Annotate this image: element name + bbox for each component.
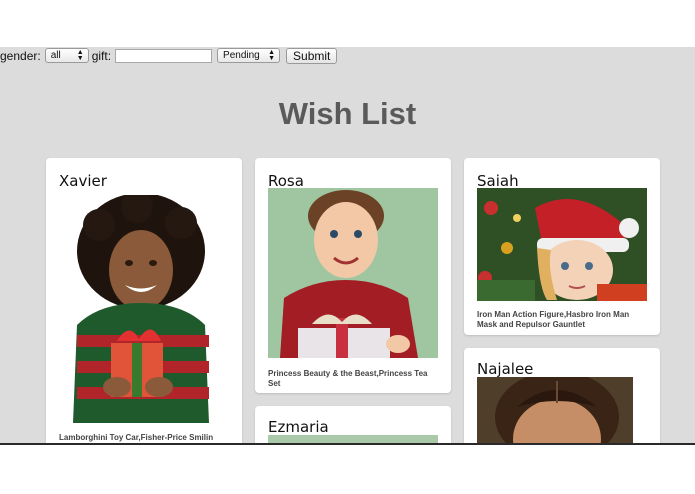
select-arrows-icon: ▲ ▼ xyxy=(76,48,84,62)
child-name: Najalee xyxy=(477,360,534,378)
gender-select[interactable]: all ▲ ▼ xyxy=(44,48,89,63)
gift-input[interactable] xyxy=(115,48,213,63)
child-photo xyxy=(59,195,217,423)
filter-bar: gender: all ▲ ▼ gift: Pending ▲ ▼ Submit xyxy=(0,47,338,64)
select-arrows-icon: ▲ ▼ xyxy=(268,48,276,62)
child-photo xyxy=(268,435,438,443)
submit-button[interactable]: Submit xyxy=(286,47,338,64)
child-name: Ezmaria xyxy=(268,418,329,436)
page-viewport: gender: all ▲ ▼ gift: Pending ▲ ▼ Submit W… xyxy=(0,47,695,445)
gift-label: gift: xyxy=(91,48,112,63)
wish-card[interactable]: Rosa Princess Beauty & the Beast,Princes… xyxy=(255,158,451,393)
wish-card[interactable]: Saiah Iron Man Action Figure,Hasbro Iron… xyxy=(464,158,660,335)
wish-card[interactable]: Xavier Lamborghini Toy Car,Fisher-Price … xyxy=(46,158,242,443)
wish-card[interactable]: Najalee xyxy=(464,348,660,443)
gender-label: gender: xyxy=(0,48,41,63)
status-select[interactable]: Pending ▲ ▼ xyxy=(217,48,281,63)
gender-select-value: all xyxy=(50,50,61,61)
wish-card[interactable]: Ezmaria xyxy=(255,406,451,443)
page-title: Wish List xyxy=(278,96,417,131)
status-select-value: Pending xyxy=(223,50,260,61)
gift-list: Lamborghini Toy Car,Fisher-Price Smilin xyxy=(59,433,214,442)
child-name: Xavier xyxy=(59,172,107,190)
gift-list: Princess Beauty & the Beast,Princess Tea… xyxy=(268,369,428,388)
gift-list: Iron Man Action Figure,Hasbro Iron Man M… xyxy=(477,310,630,329)
child-photo xyxy=(477,377,633,443)
child-photo xyxy=(477,188,647,301)
child-photo xyxy=(268,188,438,358)
